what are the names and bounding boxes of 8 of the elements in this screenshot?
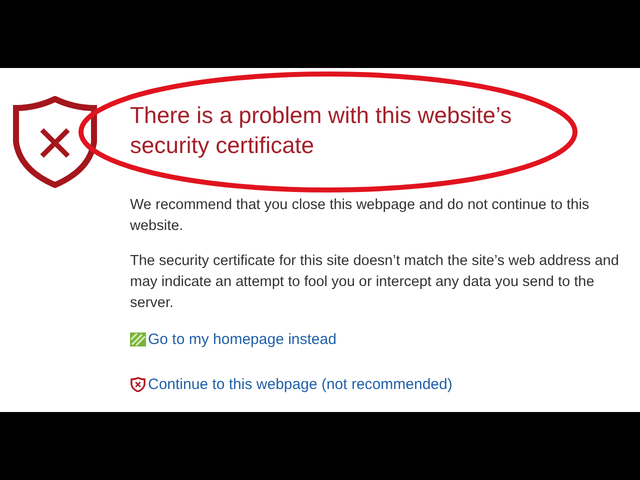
page-link[interactable]: Go to my homepage instead — [148, 331, 336, 348]
shield-error-icon — [130, 377, 146, 392]
error-title: There is a problem with this website’s security certificate — [130, 101, 513, 160]
warning-text: We recommend that you close this webpage and do not continue to this website. — [130, 196, 590, 236]
shield-error-icon — [12, 96, 98, 188]
warning-text: The security certificate for this site doesn’t match the site’s web address and may indicate an attempt to fool you or intercept any data you send to the server. — [130, 252, 620, 313]
page-link[interactable]: Continue to this webpage (not recommended) — [148, 376, 452, 393]
home-page-icon — [130, 332, 146, 347]
